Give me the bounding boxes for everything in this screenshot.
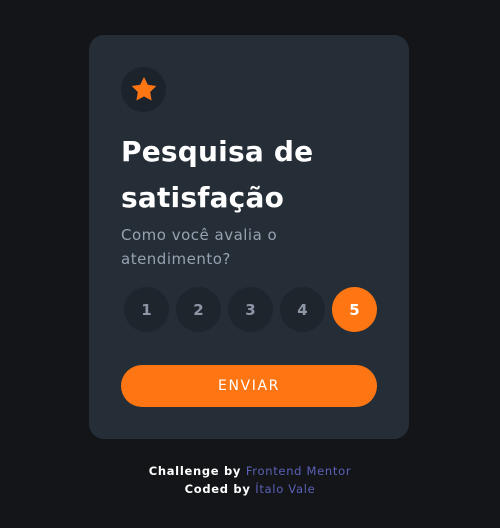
coder-attribution: Coded by Ítalo Vale: [0, 480, 500, 498]
rating-option-3[interactable]: 3: [228, 287, 273, 332]
rating-card: Pesquisa de satisfação Como você avalia …: [89, 35, 409, 439]
frontend-mentor-link[interactable]: Frontend Mentor: [246, 464, 351, 478]
rating-option-4[interactable]: 4: [280, 287, 325, 332]
star-icon: [131, 76, 156, 100]
rating-option-1[interactable]: 1: [124, 287, 169, 332]
coded-prefix: Coded by: [184, 482, 251, 496]
attribution: Challenge by Frontend Mentor Coded by Ít…: [0, 462, 500, 498]
star-badge: [121, 67, 166, 112]
rating-option-5[interactable]: 5: [332, 287, 377, 332]
challenge-prefix: Challenge by: [148, 464, 242, 478]
italo-vale-link[interactable]: Ítalo Vale: [255, 482, 315, 496]
rating-question: Como você avalia o atendimento?: [121, 226, 278, 268]
challenge-attribution: Challenge by Frontend Mentor: [0, 462, 500, 480]
page-title: Pesquisa de satisfação: [121, 135, 314, 214]
rating-option-2[interactable]: 2: [176, 287, 221, 332]
rating-options: 1 2 3 4 5: [124, 287, 378, 333]
submit-button[interactable]: ENVIAR: [121, 365, 377, 407]
